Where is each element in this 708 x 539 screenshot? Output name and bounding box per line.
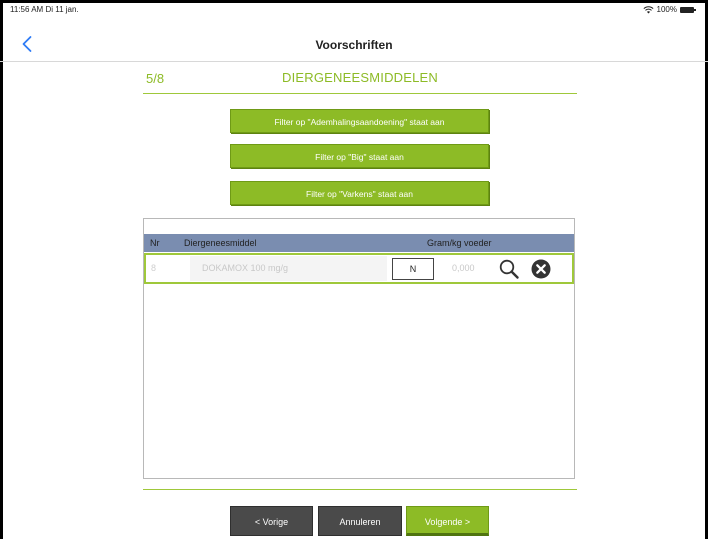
status-indicators: 100%	[643, 5, 696, 14]
status-bar: 11:56 AM Di 11 jan. 100%	[0, 0, 708, 18]
step-header: 5/8 DIERGENEESMIDDELEN	[143, 62, 577, 94]
status-date-value: Di 11 jan.	[45, 5, 79, 14]
filter-ademhalingsaandoening-button[interactable]: Filter op "Ademhalingsaandoening" staat …	[230, 109, 489, 133]
wifi-icon	[643, 5, 654, 14]
previous-button[interactable]: < Vorige	[230, 506, 313, 536]
table-header: Nr Diergeneesmiddel Gram/kg voeder	[144, 234, 574, 252]
row-gram-value: 0,000	[452, 263, 475, 273]
navigation-bar: Voorschriften	[0, 24, 708, 62]
n-value-field[interactable]: N	[392, 258, 434, 280]
row-nr: 8	[151, 263, 157, 273]
column-header-nr: Nr	[150, 238, 160, 248]
search-icon[interactable]	[498, 258, 520, 280]
column-header-name: Diergeneesmiddel	[184, 238, 257, 248]
filter-varkens-button[interactable]: Filter op "Varkens" staat aan	[230, 181, 489, 205]
medicines-table: Nr Diergeneesmiddel Gram/kg voeder 8 DOK…	[143, 218, 575, 479]
bottom-divider	[143, 489, 577, 490]
table-row[interactable]: 8 DOKAMOX 100 mg/g N 0,000	[144, 253, 574, 284]
battery-icon	[680, 6, 696, 13]
status-time: 11:56 AM Di 11 jan.	[10, 5, 79, 14]
filter-big-button[interactable]: Filter op "Big" staat aan	[230, 144, 489, 168]
battery-percent: 100%	[656, 5, 677, 14]
next-button[interactable]: Volgende >	[406, 506, 489, 536]
cancel-button[interactable]: Annuleren	[318, 506, 402, 536]
column-header-gram: Gram/kg voeder	[427, 238, 492, 248]
step-title: DIERGENEESMIDDELEN	[281, 70, 439, 85]
page-title: Voorschriften	[315, 38, 393, 52]
row-name: DOKAMOX 100 mg/g	[202, 263, 289, 273]
delete-circle-icon[interactable]	[531, 259, 551, 279]
status-time-value: 11:56 AM	[10, 5, 44, 14]
screen-edge-left	[0, 0, 3, 539]
